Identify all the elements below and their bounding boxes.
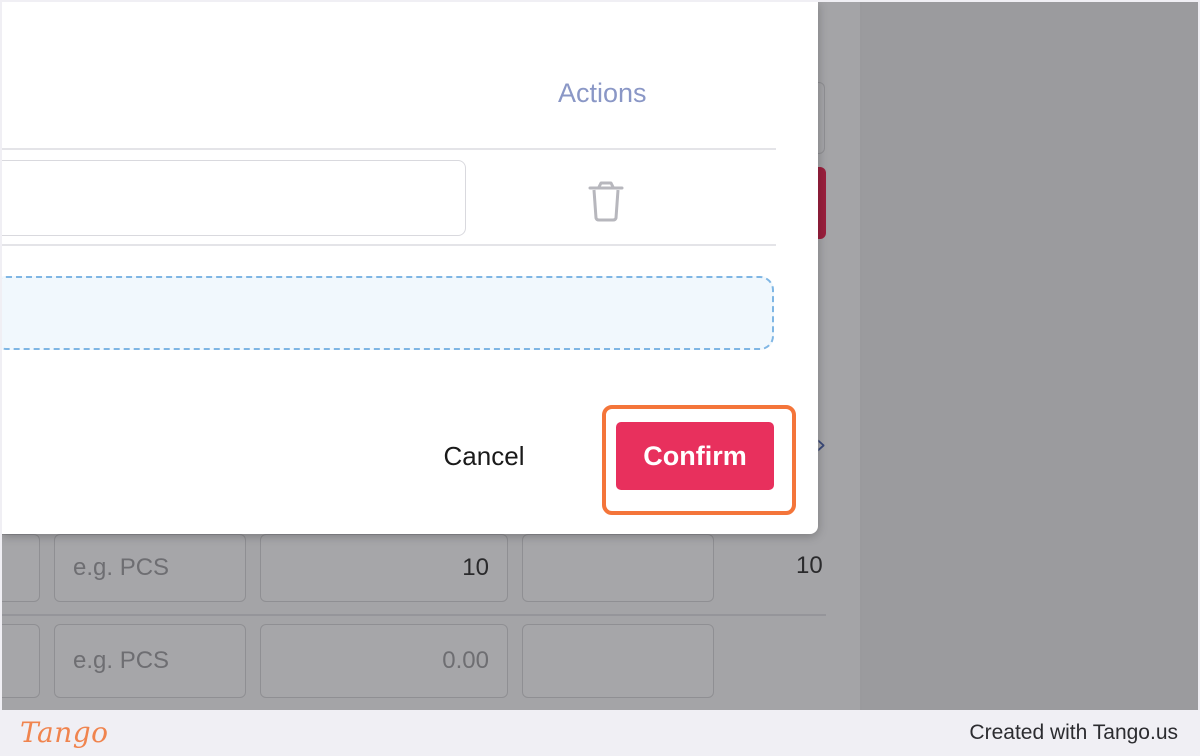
credit-text: Created with Tango.us <box>969 721 1178 744</box>
row-text-input[interactable] <box>2 160 466 236</box>
unit-placeholder: e.g. PCS <box>73 554 170 581</box>
modal-dialog: Actions Cancel Confirm <box>2 2 818 534</box>
background-quantity-input: 0.00 <box>260 624 508 698</box>
cancel-button[interactable]: Cancel <box>422 430 546 482</box>
background-cell <box>2 534 40 602</box>
trash-icon <box>588 181 624 222</box>
quantity-value: 10 <box>462 554 489 581</box>
background-quantity-input: 10 <box>260 534 508 602</box>
background-red-button-edge <box>818 167 826 239</box>
footer: Tango Created with Tango.us <box>0 710 1200 756</box>
confirm-button[interactable]: Confirm <box>616 422 774 490</box>
background-cell <box>2 624 40 698</box>
background-unit-input: e.g. PCS <box>54 624 246 698</box>
delete-row-button[interactable] <box>584 178 628 224</box>
add-item-dropzone[interactable] <box>2 276 774 350</box>
actions-column-header: Actions <box>558 78 647 108</box>
background-divider <box>2 614 826 616</box>
screenshot: › e.g. PCS 10 10 e.g. PCS 0.00 Actions C… <box>2 2 1198 710</box>
tango-logo: Tango <box>20 716 109 749</box>
header-divider <box>2 148 776 150</box>
background-cell <box>522 624 714 698</box>
row-divider <box>2 244 776 246</box>
background-total: 10 <box>796 552 823 579</box>
background-cell <box>522 534 714 602</box>
unit-placeholder: e.g. PCS <box>73 647 170 674</box>
quantity-value: 0.00 <box>442 647 489 674</box>
background-unit-input: e.g. PCS <box>54 534 246 602</box>
